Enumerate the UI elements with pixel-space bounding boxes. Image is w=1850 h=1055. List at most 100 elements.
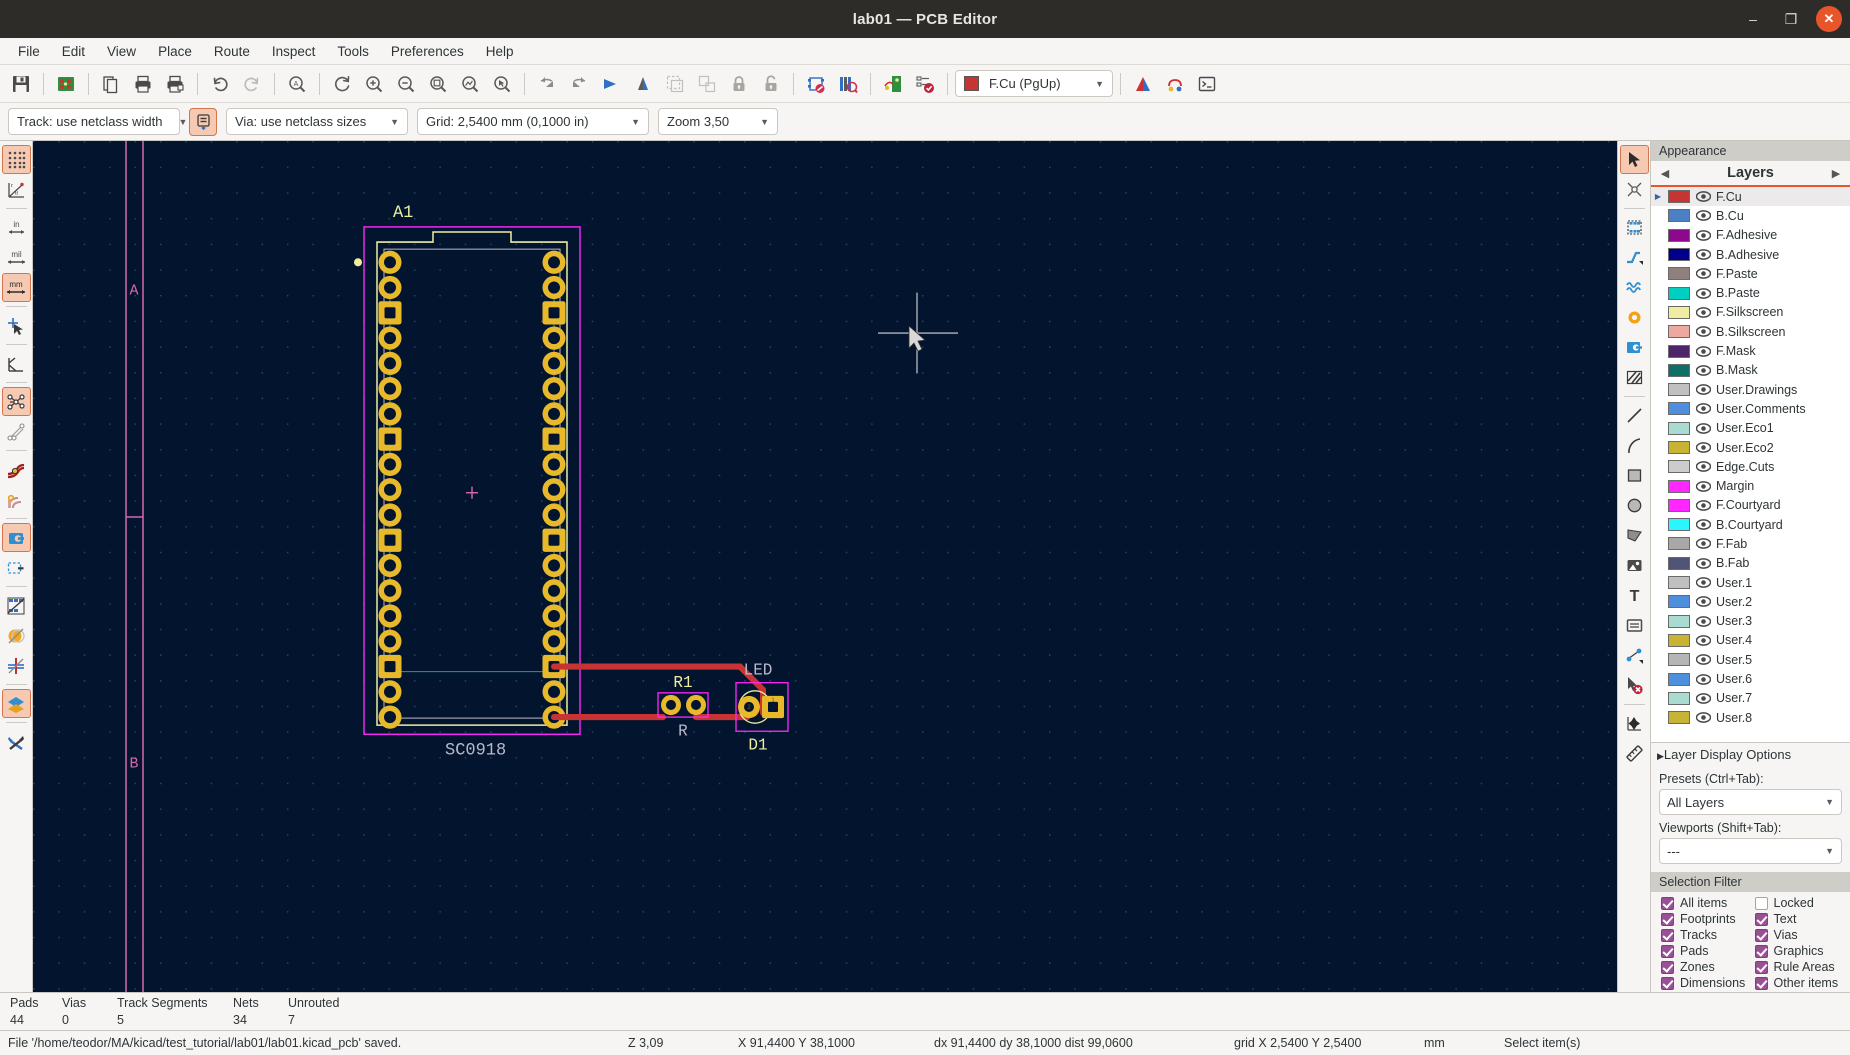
layer-color-swatch[interactable] xyxy=(1668,286,1690,300)
eye-icon[interactable] xyxy=(1695,673,1711,685)
eye-icon[interactable] xyxy=(1695,693,1711,704)
layer-row-user-3[interactable]: User.3 xyxy=(1651,612,1850,631)
zoom-in-icon[interactable] xyxy=(359,69,389,99)
zoom-fit-icon[interactable] xyxy=(423,69,453,99)
menu-help[interactable]: Help xyxy=(476,41,524,62)
units-mils-icon[interactable]: mil xyxy=(2,243,31,272)
eye-icon[interactable] xyxy=(1695,307,1711,318)
layer-color-swatch[interactable] xyxy=(1668,441,1690,454)
menu-file[interactable]: File xyxy=(8,41,50,62)
checkbox[interactable] xyxy=(1661,960,1674,974)
checkbox[interactable] xyxy=(1754,944,1768,958)
graphic-sketch-icon[interactable] xyxy=(2,621,31,650)
menu-edit[interactable]: Edit xyxy=(52,41,95,62)
draw-circle-icon[interactable] xyxy=(1620,491,1649,520)
layer-color-swatch[interactable] xyxy=(1668,556,1690,570)
filter-zones[interactable]: Zones xyxy=(1661,960,1751,974)
python-console-icon[interactable] xyxy=(1160,69,1190,99)
layer-color-swatch[interactable] xyxy=(1668,460,1690,474)
page-settings-icon[interactable] xyxy=(96,69,126,99)
layer-color-swatch[interactable] xyxy=(1668,614,1690,628)
footprint-editor-icon[interactable] xyxy=(801,69,831,99)
full-crosshair-icon[interactable] xyxy=(2,311,31,340)
layer-row-user-eco1[interactable]: User.Eco1 xyxy=(1651,419,1850,438)
flip-v-icon[interactable] xyxy=(628,69,658,99)
ungroup-icon[interactable] xyxy=(692,69,722,99)
layer-color-swatch[interactable] xyxy=(1668,383,1690,397)
checkbox[interactable] xyxy=(1661,912,1674,926)
auto-track-width-icon[interactable] xyxy=(189,107,217,136)
eye-icon[interactable] xyxy=(1695,635,1711,646)
layer-row-user-8[interactable]: User.8 xyxy=(1651,708,1850,727)
footprint-sketch-icon[interactable] xyxy=(2,591,31,620)
zoom-out-icon[interactable] xyxy=(391,69,421,99)
eye-icon[interactable] xyxy=(1695,596,1711,608)
redo-icon[interactable] xyxy=(237,69,267,99)
layer-color-swatch[interactable] xyxy=(1668,344,1690,358)
unlock-icon[interactable] xyxy=(756,69,786,99)
layer-color-swatch[interactable] xyxy=(1668,653,1690,667)
eye-icon[interactable] xyxy=(1695,615,1711,627)
checkbox[interactable] xyxy=(1754,928,1768,942)
undo-icon[interactable] xyxy=(205,69,235,99)
track-fill-icon[interactable] xyxy=(2,455,31,484)
layer-row-f-paste[interactable]: F.Paste xyxy=(1651,264,1850,283)
lock-icon[interactable] xyxy=(724,69,754,99)
layer-row-f-fab[interactable]: F.Fab xyxy=(1651,534,1850,553)
layer-row-f-adhesive[interactable]: F.Adhesive xyxy=(1651,226,1850,245)
eye-icon[interactable] xyxy=(1695,210,1711,222)
contrast-mode-icon[interactable] xyxy=(1,689,31,718)
layer-row-b-fab[interactable]: B.Fab xyxy=(1651,554,1850,573)
tab-prev-icon[interactable]: ◀ xyxy=(1657,167,1673,180)
layer-row-edge-cuts[interactable]: Edge.Cuts xyxy=(1651,457,1850,476)
ratsnest-icon[interactable] xyxy=(1128,69,1158,99)
layer-color-swatch[interactable] xyxy=(1668,363,1690,377)
polar-coords-icon[interactable]: rθ xyxy=(2,175,31,204)
layer-row-f-mask[interactable]: F.Mask xyxy=(1651,341,1850,360)
scripting-console-icon[interactable] xyxy=(1192,69,1222,99)
netlist-icon[interactable] xyxy=(910,69,940,99)
filter-dimensions[interactable]: Dimensions xyxy=(1661,976,1751,990)
add-via-icon[interactable] xyxy=(1620,303,1649,332)
add-image-icon[interactable] xyxy=(1620,551,1649,580)
layer-color-swatch[interactable] xyxy=(1668,305,1690,319)
layer-row-b-silkscreen[interactable]: B.Silkscreen xyxy=(1651,322,1850,341)
layers-tab-label[interactable]: Layers xyxy=(1673,165,1828,181)
add-dimension-icon[interactable] xyxy=(1620,641,1649,670)
layer-row-user-drawings[interactable]: User.Drawings xyxy=(1651,380,1850,399)
eye-icon[interactable] xyxy=(1695,384,1711,395)
layer-row-user-7[interactable]: User.7 xyxy=(1651,689,1850,708)
eye-icon[interactable] xyxy=(1695,191,1711,202)
refresh-icon[interactable] xyxy=(327,69,357,99)
eye-icon[interactable] xyxy=(1695,268,1711,280)
viewports-select[interactable]: --- ▼ xyxy=(1659,838,1842,864)
route-diff-pair-icon[interactable] xyxy=(1620,273,1649,302)
draw-arc-icon[interactable] xyxy=(1620,431,1649,460)
layer-row-margin[interactable]: Margin xyxy=(1651,476,1850,495)
rotate-ccw-icon[interactable] xyxy=(532,69,562,99)
checkbox[interactable] xyxy=(1661,976,1674,990)
eye-icon[interactable] xyxy=(1695,326,1711,338)
place-footprint-icon[interactable] xyxy=(1620,213,1649,242)
rotate-cw-icon[interactable] xyxy=(564,69,594,99)
close-button[interactable]: ✕ xyxy=(1816,6,1842,32)
run-drc-icon[interactable] xyxy=(878,69,908,99)
layer-color-swatch[interactable] xyxy=(1668,325,1690,339)
eye-icon[interactable] xyxy=(1695,345,1711,357)
layer-row-b-mask[interactable]: B.Mask xyxy=(1651,361,1850,380)
delete-tool-icon[interactable] xyxy=(1620,671,1649,700)
layer-row-f-silkscreen[interactable]: F.Silkscreen xyxy=(1651,303,1850,322)
checkbox[interactable] xyxy=(1661,928,1674,942)
add-textbox-icon[interactable] xyxy=(1620,611,1649,640)
eye-icon[interactable] xyxy=(1695,461,1711,473)
zoom-objects-icon[interactable] xyxy=(455,69,485,99)
layer-row-f-courtyard[interactable]: F.Courtyard xyxy=(1651,496,1850,515)
menu-preferences[interactable]: Preferences xyxy=(381,41,474,62)
minimize-button[interactable]: – xyxy=(1740,6,1766,32)
track-width-selector[interactable]: Track: use netclass width ▼ xyxy=(8,108,187,135)
layer-color-swatch[interactable] xyxy=(1668,576,1690,590)
filter-pads[interactable]: Pads xyxy=(1661,944,1751,958)
units-mm-icon[interactable]: mm xyxy=(1,273,31,302)
eye-icon[interactable] xyxy=(1695,538,1711,550)
add-keepout-icon[interactable] xyxy=(1620,363,1649,392)
